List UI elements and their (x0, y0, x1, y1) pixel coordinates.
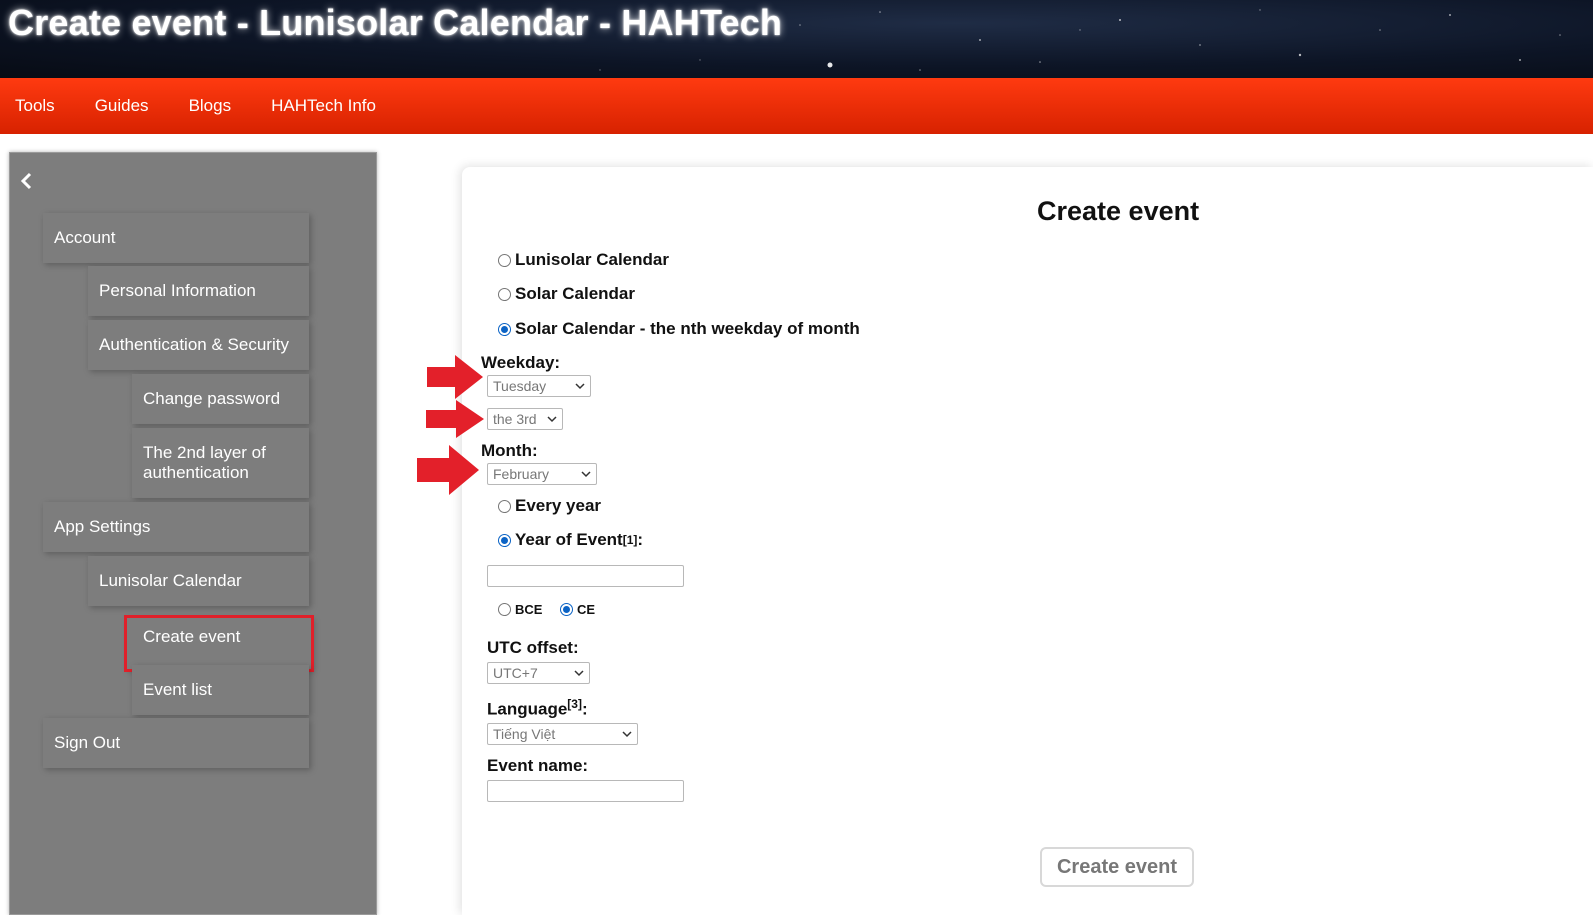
nav-item-guides[interactable]: Guides (75, 78, 169, 134)
site-header: Create event - Lunisolar Calendar - HAHT… (0, 0, 1593, 78)
weekday-select[interactable]: Tuesday (487, 375, 591, 397)
sidebar-item-event-list[interactable]: Event list (132, 665, 309, 715)
radio-button[interactable] (498, 603, 511, 616)
page-title: Create event (1037, 196, 1200, 226)
sidebar-item-authentication-security[interactable]: Authentication & Security (88, 320, 309, 370)
sidebar-item-change-password[interactable]: Change password (132, 374, 309, 424)
radio-button-checked[interactable] (498, 533, 511, 547)
nav-item-blogs[interactable]: Blogs (169, 78, 252, 134)
footnote-ref[interactable]: [1] (623, 533, 638, 547)
create-event-button[interactable]: Create event (1040, 847, 1194, 887)
sidebar-item-create-event[interactable]: Create event (124, 615, 314, 672)
chevron-down-icon (622, 731, 632, 738)
year-of-event-input[interactable] (487, 565, 684, 587)
sidebar-item-second-layer-auth[interactable]: The 2nd layer of authentication (132, 428, 309, 498)
radio-bce[interactable]: BCE (498, 602, 542, 617)
radio-lunisolar-calendar[interactable]: Lunisolar Calendar (498, 250, 669, 270)
nav-item-hahtech-info[interactable]: HAHTech Info (251, 78, 396, 134)
language-select[interactable]: Tiếng Việt (487, 723, 638, 745)
radio-every-year[interactable]: Every year (498, 496, 601, 516)
top-nav: Tools Guides Blogs HAHTech Info (0, 78, 1593, 134)
nav-item-tools[interactable]: Tools (0, 78, 75, 134)
nth-occurrence-select[interactable]: the 3rd (487, 408, 563, 430)
sidebar-item-personal-information[interactable]: Personal Information (88, 266, 309, 316)
arrow-right-icon (427, 355, 483, 399)
event-name-label: Event name: (487, 756, 589, 775)
sidebar-item-sign-out[interactable]: Sign Out (43, 718, 309, 768)
utc-offset-label: UTC offset: (487, 638, 579, 657)
month-select[interactable]: February (487, 463, 597, 485)
chevron-down-icon (575, 383, 585, 390)
sidebar-item-app-settings[interactable]: App Settings (43, 502, 309, 552)
radio-ce[interactable]: CE (560, 602, 595, 617)
site-title: Create event - Lunisolar Calendar - HAHT… (8, 2, 783, 43)
chevron-down-icon (574, 670, 584, 677)
chevron-down-icon (547, 416, 557, 423)
radio-button-checked[interactable] (560, 603, 573, 616)
footnote-ref[interactable]: [3] (567, 697, 582, 711)
radio-button-checked[interactable] (498, 322, 511, 336)
radio-solar-calendar[interactable]: Solar Calendar (498, 284, 635, 304)
radio-button[interactable] (498, 253, 511, 267)
sidebar-item-lunisolar-calendar[interactable]: Lunisolar Calendar (88, 556, 309, 606)
month-label: Month: (481, 441, 538, 460)
radio-year-of-event[interactable]: Year of Event [1]: (498, 530, 643, 550)
arrow-right-icon (417, 445, 479, 495)
radio-button[interactable] (498, 287, 511, 301)
chevron-left-icon[interactable] (20, 171, 40, 193)
chevron-down-icon (581, 471, 591, 478)
event-name-input[interactable] (487, 780, 684, 802)
sidebar-item-account[interactable]: Account (43, 213, 309, 263)
sidebar: Account Personal Information Authenticat… (9, 152, 377, 915)
utc-offset-select[interactable]: UTC+7 (487, 662, 590, 684)
radio-button[interactable] (498, 499, 511, 513)
language-label: Language[3]: (487, 697, 588, 719)
arrow-right-icon (426, 400, 484, 438)
weekday-label: Weekday: (481, 353, 561, 372)
radio-solar-nth-weekday[interactable]: Solar Calendar - the nth weekday of mont… (498, 319, 860, 339)
